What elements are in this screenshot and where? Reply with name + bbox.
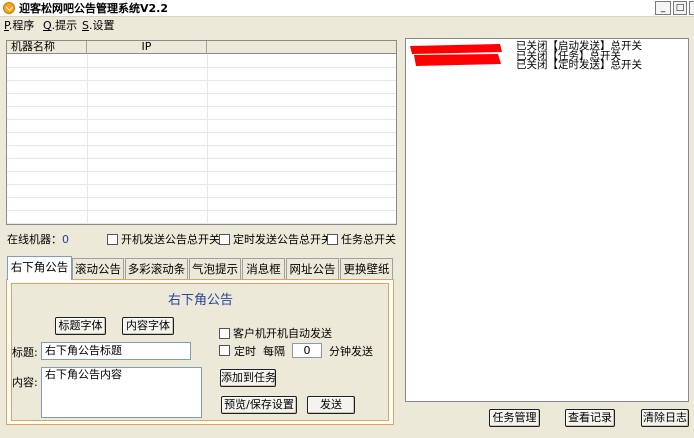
column-ip[interactable]: IP — [87, 41, 207, 54]
timer-send-switch-label: 定时发送公告总开关 — [233, 233, 332, 246]
tab-url-notice[interactable]: 网址公告 — [286, 258, 339, 279]
title-font-button[interactable]: 标题字体 — [55, 317, 106, 335]
tab-colorful-scrollbar[interactable]: 多彩滚动条 — [125, 258, 188, 279]
window-title: 迎客松网吧公告管理系统V2.2 — [19, 2, 168, 15]
timer-checkbox[interactable] — [219, 345, 230, 356]
menu-program[interactable]: P.程序 — [4, 19, 34, 32]
add-to-task-button[interactable]: 添加到任务 — [220, 369, 276, 387]
tab-scroll-notice[interactable]: 滚动公告 — [72, 258, 124, 279]
online-machines-count: 0 — [62, 233, 69, 246]
interval-input[interactable]: 0 — [292, 343, 322, 358]
machine-table[interactable]: 机器名称 IP — [6, 40, 397, 225]
tab-bubble-tip[interactable]: 气泡提示 — [189, 258, 241, 279]
title-input[interactable]: 右下角公告标题 — [41, 342, 191, 360]
table-row-line — [7, 184, 396, 185]
clear-log-button[interactable]: 清除日志 — [641, 409, 689, 427]
task-manage-button[interactable]: 任务管理 — [489, 409, 540, 427]
close-button[interactable] — [689, 1, 694, 15]
panel-title: 右下角公告 — [168, 293, 234, 308]
table-row-line — [7, 158, 396, 159]
minimize-button[interactable]: _ — [655, 1, 671, 15]
content-label: 内容: — [12, 376, 38, 389]
every-label: 每隔 — [263, 345, 285, 358]
table-row-line — [7, 132, 396, 133]
redaction-mark — [410, 44, 502, 66]
tab-message-box[interactable]: 消息框 — [242, 258, 285, 279]
minutes-label: 分钟发送 — [329, 345, 373, 358]
maximize-button[interactable]: □ — [673, 1, 687, 15]
auto-send-on-boot-label: 客户机开机自动发送 — [233, 327, 332, 340]
online-machines-label: 在线机器： — [7, 233, 62, 246]
table-row-line — [7, 171, 396, 172]
table-header: 机器名称 IP — [7, 41, 396, 54]
send-button[interactable]: 发送 — [307, 396, 355, 414]
table-row-line — [7, 106, 396, 107]
table-row-line — [7, 145, 396, 146]
table-row-line — [7, 119, 396, 120]
table-row-line — [7, 223, 396, 224]
table-column-line — [87, 54, 88, 224]
menu-settings[interactable]: S.设置 — [82, 19, 114, 32]
table-row-line — [7, 93, 396, 94]
table-row-line — [7, 210, 396, 211]
preview-save-button[interactable]: 预览/保存设置 — [221, 396, 297, 414]
timer-send-switch-checkbox[interactable] — [219, 234, 230, 245]
table-row-line — [7, 67, 396, 68]
log-line: 已关闭【定时发送】总开关 — [516, 59, 642, 71]
view-records-button[interactable]: 查看记录 — [565, 409, 615, 427]
timer-label: 定时 — [234, 345, 256, 358]
boot-send-switch-checkbox[interactable] — [107, 234, 118, 245]
tab-change-wallpaper[interactable]: 更换壁纸 — [340, 258, 393, 279]
content-textarea[interactable]: 右下角公告内容 — [41, 367, 202, 418]
table-row-line — [7, 80, 396, 81]
column-machine-name[interactable]: 机器名称 — [7, 41, 87, 54]
boot-send-switch-label: 开机发送公告总开关 — [121, 233, 220, 246]
log-box[interactable]: 已关闭【启动发送】总开关 已关闭【任务】总开关 已关闭【定时发送】总开关 ▲ — [405, 38, 689, 402]
tab-bottom-right-notice[interactable]: 右下角公告 — [7, 256, 72, 280]
task-switch-label: 任务总开关 — [341, 233, 396, 246]
content-font-button[interactable]: 内容字体 — [122, 317, 174, 335]
auto-send-on-boot-checkbox[interactable] — [219, 328, 230, 339]
menu-bar: P.程序 Q.提示 S.设置 — [0, 17, 694, 34]
app-icon — [3, 2, 15, 14]
title-bar: 迎客松网吧公告管理系统V2.2 _ □ — [0, 0, 694, 17]
table-column-line — [207, 54, 208, 224]
task-switch-checkbox[interactable] — [327, 234, 338, 245]
table-row-line — [7, 197, 396, 198]
title-label: 标题: — [12, 346, 38, 359]
menu-tips[interactable]: Q.提示 — [43, 19, 77, 32]
